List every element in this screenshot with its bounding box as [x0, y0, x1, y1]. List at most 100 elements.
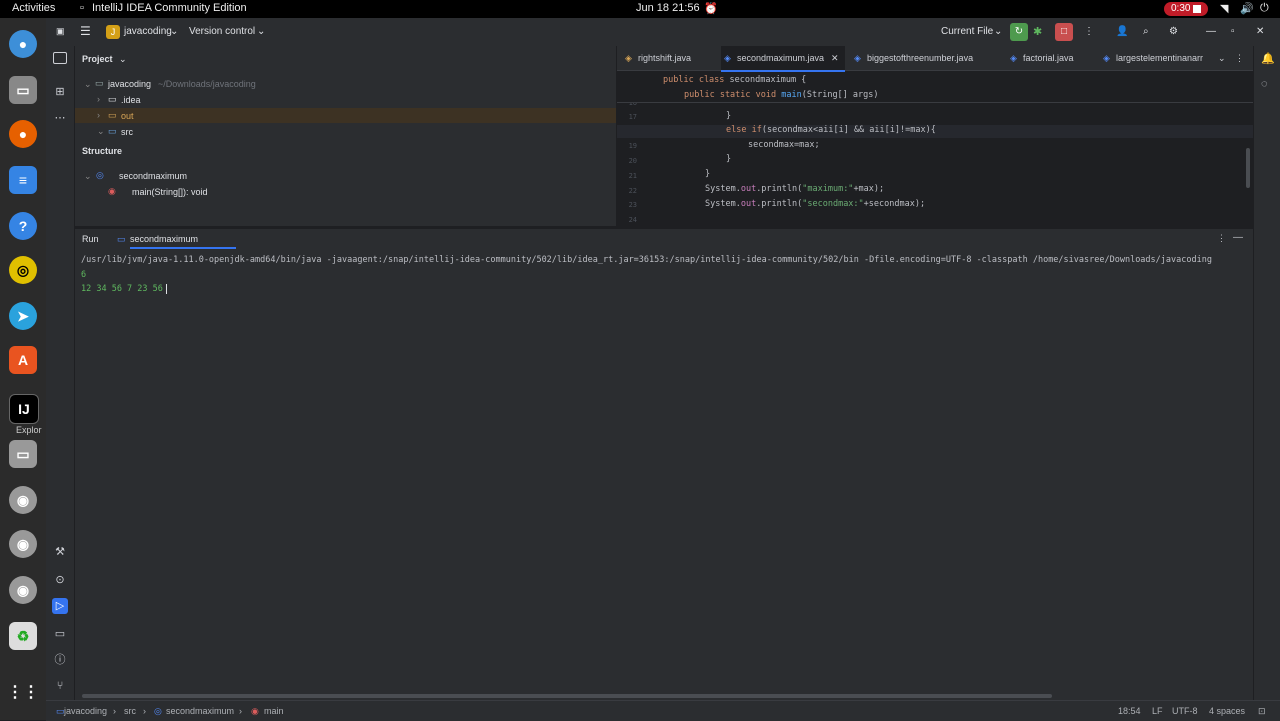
console-command: /usr/lib/jvm/java-1.11.0-openjdk-amd64/b… [81, 255, 1212, 265]
settings-icon[interactable]: ⚙ [1169, 26, 1178, 37]
java-file-icon: ◈ [625, 53, 632, 63]
more-icon[interactable]: ⋮ [1084, 26, 1094, 37]
tab-largestelement[interactable]: largestelementinanarr [1116, 53, 1203, 63]
intellij-icon[interactable]: IJ [9, 394, 39, 424]
folder-icon: ▭ [108, 126, 117, 136]
tab-factorial[interactable]: factorial.java [1023, 53, 1074, 63]
clock[interactable]: Jun 18 21:56 [636, 2, 700, 14]
chevron-down-icon[interactable]: ⌄ [119, 54, 127, 65]
alarm-icon: ⏰ [704, 3, 718, 15]
maximize-icon[interactable]: ▫ [1231, 26, 1235, 37]
tree-row-out-highlight [75, 108, 616, 123]
drive-icon[interactable]: ▭ [9, 440, 37, 468]
line-number: 17 [628, 113, 637, 121]
writer-icon[interactable]: ≡ [9, 166, 37, 194]
breadcrumb-project[interactable]: javacoding [64, 706, 107, 716]
volume-icon[interactable]: 🔊 [1240, 2, 1254, 15]
minimize-icon[interactable]: — [1206, 26, 1216, 37]
breadcrumb-method[interactable]: main [264, 706, 284, 716]
minimize-icon[interactable]: — [1233, 232, 1243, 243]
project-tool-icon[interactable] [53, 52, 67, 64]
main-menu-icon[interactable]: ☰ [80, 24, 91, 38]
run-tab-underline [130, 247, 236, 249]
close-icon[interactable]: ✕ [1256, 26, 1264, 37]
indent-setting[interactable]: 4 spaces [1209, 706, 1245, 716]
files-icon[interactable]: ▭ [9, 76, 37, 104]
run-tab-icon: ▭ [117, 234, 126, 244]
chevron-right-icon[interactable]: › [97, 110, 100, 120]
folder-icon: ▭ [95, 78, 104, 88]
help-icon[interactable]: ? [9, 212, 37, 240]
caret-position[interactable]: 18:54 [1118, 706, 1141, 716]
tree-root-path: ~/Downloads/javacoding [158, 79, 256, 89]
console-output[interactable]: /usr/lib/jvm/java-1.11.0-openjdk-amd64/b… [75, 250, 1253, 690]
firefox-icon[interactable]: ● [9, 120, 37, 148]
line-number: 23 [628, 201, 637, 209]
tab-rightshift[interactable]: rightshift.java [638, 53, 691, 63]
run-tab[interactable]: secondmaximum [130, 234, 198, 244]
folder-icon: ▭ [108, 110, 117, 120]
run-config-selector[interactable]: Current File [941, 26, 993, 37]
build-icon[interactable]: ⚒ [52, 544, 68, 560]
show-apps-icon[interactable]: ⋮⋮ [7, 678, 39, 706]
screen-recording-indicator[interactable]: 0:30 [1164, 2, 1208, 16]
trash-icon[interactable]: ♻ [9, 622, 37, 650]
disc-icon[interactable]: ◉ [9, 576, 37, 604]
project-panel-title: Project [82, 54, 113, 64]
telegram-icon[interactable]: ➤ [9, 302, 37, 330]
structure-class[interactable]: secondmaximum [119, 171, 187, 181]
editor-scrollbar[interactable] [1246, 148, 1250, 188]
notifications-icon[interactable]: 🔔 [1261, 52, 1275, 65]
disc-icon[interactable]: ◉ [9, 486, 37, 514]
rerun-icon[interactable]: ↻ [1010, 23, 1028, 41]
tab-biggestofthreenumber[interactable]: biggestofthreenumber.java [867, 53, 973, 63]
tab-secondmaximum[interactable]: secondmaximum.java [737, 53, 824, 63]
tree-item-idea[interactable]: .idea [121, 95, 141, 105]
line-number: 19 [628, 142, 637, 150]
breadcrumb-class[interactable]: secondmaximum [166, 706, 234, 716]
file-encoding[interactable]: UTF-8 [1172, 706, 1198, 716]
add-user-icon[interactable]: 👤 [1116, 26, 1128, 37]
more-icon[interactable]: ⋮ [1217, 233, 1226, 244]
dock: ● ▭ ● ≡ ? ◎ ➤ A IJ Explor ▭ ◉ ◉ ◉ ♻ ⋮⋮ [0, 18, 46, 720]
chevron-right-icon[interactable]: › [97, 94, 100, 104]
chevron-down-icon[interactable]: ⌄ [97, 126, 105, 137]
power-icon[interactable]: ⏻ [1260, 2, 1269, 15]
debug-icon[interactable]: ✱ [1033, 25, 1042, 38]
rhythmbox-icon[interactable]: ◎ [9, 256, 37, 284]
structure-method[interactable]: main(String[]): void [132, 187, 208, 197]
more-icon[interactable]: ⋮ [1235, 53, 1244, 64]
more-tools-icon[interactable]: ⋯ [52, 110, 68, 126]
project-selector[interactable]: javacoding [124, 26, 172, 37]
tree-item-src[interactable]: src [121, 127, 133, 137]
tree-root[interactable]: javacoding [108, 79, 151, 89]
tab-close-icon[interactable]: ✕ [831, 53, 839, 64]
ai-assistant-icon[interactable]: ◌ [1261, 78, 1268, 90]
lock-icon[interactable]: ⊡ [1258, 706, 1266, 717]
vcs-selector[interactable]: Version control [189, 26, 255, 37]
search-icon[interactable]: ⌕ [1143, 26, 1149, 37]
console-h-scrollbar[interactable] [82, 694, 1052, 698]
disc-icon[interactable]: ◉ [9, 530, 37, 558]
structure-tool-icon[interactable]: ⊞ [52, 84, 68, 100]
chevron-down-icon[interactable]: ⌄ [84, 79, 92, 90]
chevron-down-icon[interactable]: ⌄ [84, 171, 92, 182]
code-line: } [726, 111, 732, 121]
folder-icon: ▭ [108, 94, 117, 104]
stop-icon[interactable]: □ [1055, 23, 1073, 41]
chevron-down-icon[interactable]: ⌄ [1218, 53, 1226, 64]
line-number: 22 [628, 187, 637, 195]
chrome-icon[interactable]: ● [9, 30, 37, 58]
app-name[interactable]: IntelliJ IDEA Community Edition [92, 2, 247, 14]
tree-item-out[interactable]: out [121, 111, 134, 121]
wifi-icon[interactable]: ◥ [1220, 2, 1228, 15]
terminal-icon[interactable]: ▭ [52, 626, 68, 642]
services-icon[interactable]: ⊙ [52, 572, 68, 588]
problems-icon[interactable]: ⓘ [52, 652, 68, 668]
activities-button[interactable]: Activities [12, 2, 55, 14]
breadcrumb-src[interactable]: src [124, 706, 136, 716]
git-icon[interactable]: ⑂ [52, 678, 68, 694]
line-separator[interactable]: LF [1152, 706, 1163, 716]
run-tool-icon[interactable]: ▷ [52, 598, 68, 614]
software-center-icon[interactable]: A [9, 346, 37, 374]
